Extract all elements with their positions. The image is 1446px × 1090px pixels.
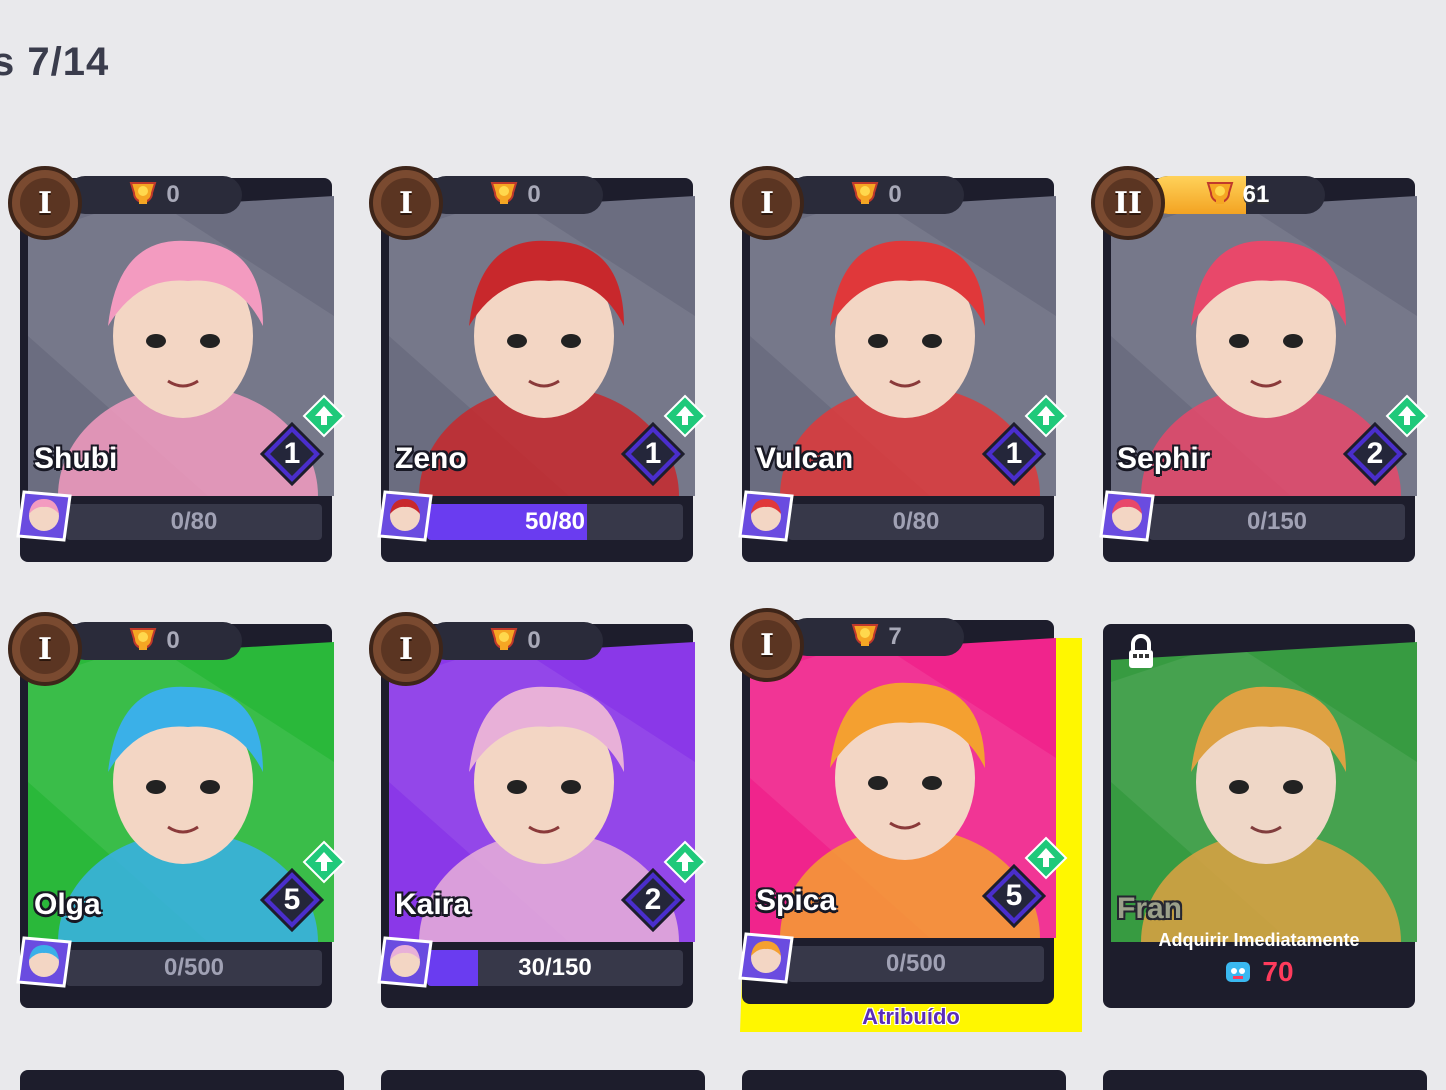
- assigned-label: Atribuído: [862, 1004, 960, 1029]
- shard-progress-text: 0/150: [1246, 508, 1308, 535]
- hero-avatar-icon: [738, 930, 794, 986]
- hero-name: Zeno: [395, 442, 467, 475]
- hero-avatar-icon: [16, 488, 72, 544]
- trophy-counter: 0: [427, 622, 603, 660]
- shard-progress-bar: 0/150: [1149, 504, 1405, 540]
- rank-numeral: I: [742, 178, 792, 228]
- hero-card-olga[interactable]: 0 I Olga 5 0/500: [8, 612, 346, 1008]
- rank-numeral: I: [381, 178, 431, 228]
- trophy-count: 7: [888, 623, 902, 650]
- rank-badge: I: [8, 612, 82, 686]
- hero-avatar-icon: [377, 488, 433, 544]
- hero-name: Vulcan: [756, 442, 854, 475]
- hero-name: Sephir: [1117, 442, 1211, 475]
- hero-card-kaira[interactable]: 0 I Kaira 2 30/150: [369, 612, 707, 1008]
- level-badge: 2: [620, 867, 686, 933]
- trophy-icon: [850, 180, 880, 211]
- hero-card-spica[interactable]: 7 I Spica 5 0/500: [730, 608, 1068, 1004]
- trophy-icon: [128, 180, 158, 211]
- hero-card-fran[interactable]: Fran Adquirir Imediatamente 70: [1091, 612, 1417, 1008]
- rank-badge: II: [1091, 166, 1165, 240]
- shard-progress-bar: 30/150: [427, 950, 683, 986]
- trophy-count: 0: [166, 181, 180, 208]
- shard-progress-text: 0/500: [885, 950, 947, 977]
- buy-now-label[interactable]: Adquirir Imediatamente: [1103, 930, 1415, 951]
- trophy-count: 61: [1242, 181, 1270, 208]
- trophy-icon: [489, 180, 519, 211]
- price-value: 70: [1262, 956, 1294, 987]
- hero-name: Spica: [756, 884, 837, 917]
- price[interactable]: 70: [1103, 956, 1415, 988]
- shard-progress-text: 0/500: [163, 954, 225, 981]
- level-number: 2: [1366, 437, 1384, 470]
- rank-badge: I: [8, 166, 82, 240]
- gem-currency-icon: [1226, 962, 1251, 982]
- shard-progress-bar: 50/80: [427, 504, 683, 540]
- trophy-count: 0: [888, 181, 902, 208]
- level-badge: 2: [1342, 421, 1408, 487]
- partial-card[interactable]: [1103, 1070, 1427, 1090]
- hero-name: Kaira: [395, 888, 471, 921]
- shard-progress-text: 30/150: [518, 954, 592, 981]
- lock-icon: [1121, 632, 1161, 672]
- level-number: 2: [644, 883, 662, 916]
- trophy-count: 0: [166, 627, 180, 654]
- level-number: 1: [1005, 437, 1023, 470]
- trophy-counter: 7: [788, 618, 964, 656]
- rank-badge: I: [369, 166, 443, 240]
- rank-numeral: I: [20, 178, 70, 228]
- rank-badge: I: [730, 166, 804, 240]
- shard-progress-text: 0/80: [892, 508, 940, 535]
- rank-numeral: II: [1103, 178, 1153, 228]
- rank-numeral: I: [742, 620, 792, 670]
- hero-card-vulcan[interactable]: 0 I Vulcan 1 0/80: [730, 166, 1068, 562]
- level-badge: 5: [259, 867, 325, 933]
- level-badge: 1: [981, 421, 1047, 487]
- trophy-counter: 61: [1149, 176, 1325, 214]
- trophy-icon: [128, 626, 158, 657]
- shard-progress-text: 50/80: [524, 508, 586, 535]
- shard-progress-bar: 0/500: [66, 950, 322, 986]
- trophy-icon: [489, 626, 519, 657]
- hero-name: Shubi: [34, 442, 118, 475]
- partial-card[interactable]: [20, 1070, 344, 1090]
- level-badge: 1: [620, 421, 686, 487]
- rank-badge: I: [369, 612, 443, 686]
- level-number: 5: [1005, 879, 1023, 912]
- trophy-icon: [850, 622, 880, 653]
- rank-numeral: I: [20, 624, 70, 674]
- hero-avatar-icon: [377, 934, 433, 990]
- trophy-counter: 0: [788, 176, 964, 214]
- hero-avatar-icon: [1099, 488, 1155, 544]
- shard-progress-bar: 0/80: [788, 504, 1044, 540]
- hero-card-sephir[interactable]: 61 II Sephir 2 0/150: [1091, 166, 1429, 562]
- trophy-count: 0: [527, 181, 541, 208]
- partial-card[interactable]: [742, 1070, 1066, 1090]
- hero-avatar-icon: [16, 934, 72, 990]
- hero-avatar-icon: [738, 488, 794, 544]
- trophy-counter: 0: [427, 176, 603, 214]
- trophy-counter: 0: [66, 622, 242, 660]
- partial-card[interactable]: [381, 1070, 705, 1090]
- shard-progress-bar: 0/80: [66, 504, 322, 540]
- level-number: 5: [283, 883, 301, 916]
- hero-card-shubi[interactable]: 0 I Shubi 1 0/80: [8, 166, 346, 562]
- page-header: s 7/14: [0, 40, 110, 84]
- level-number: 1: [283, 437, 301, 470]
- shard-progress-bar: 0/500: [788, 946, 1044, 982]
- rank-numeral: I: [381, 624, 431, 674]
- hero-card-zeno[interactable]: 0 I Zeno 1 50/80: [369, 166, 707, 562]
- hero-name: Olga: [34, 888, 101, 921]
- shard-progress-text: 0/80: [170, 508, 218, 535]
- rank-badge: I: [730, 608, 804, 682]
- hero-name: Fran: [1117, 892, 1183, 925]
- level-badge: 1: [259, 421, 325, 487]
- trophy-counter: 0: [66, 176, 242, 214]
- level-number: 1: [644, 437, 662, 470]
- trophy-count: 0: [527, 627, 541, 654]
- level-badge: 5: [981, 863, 1047, 929]
